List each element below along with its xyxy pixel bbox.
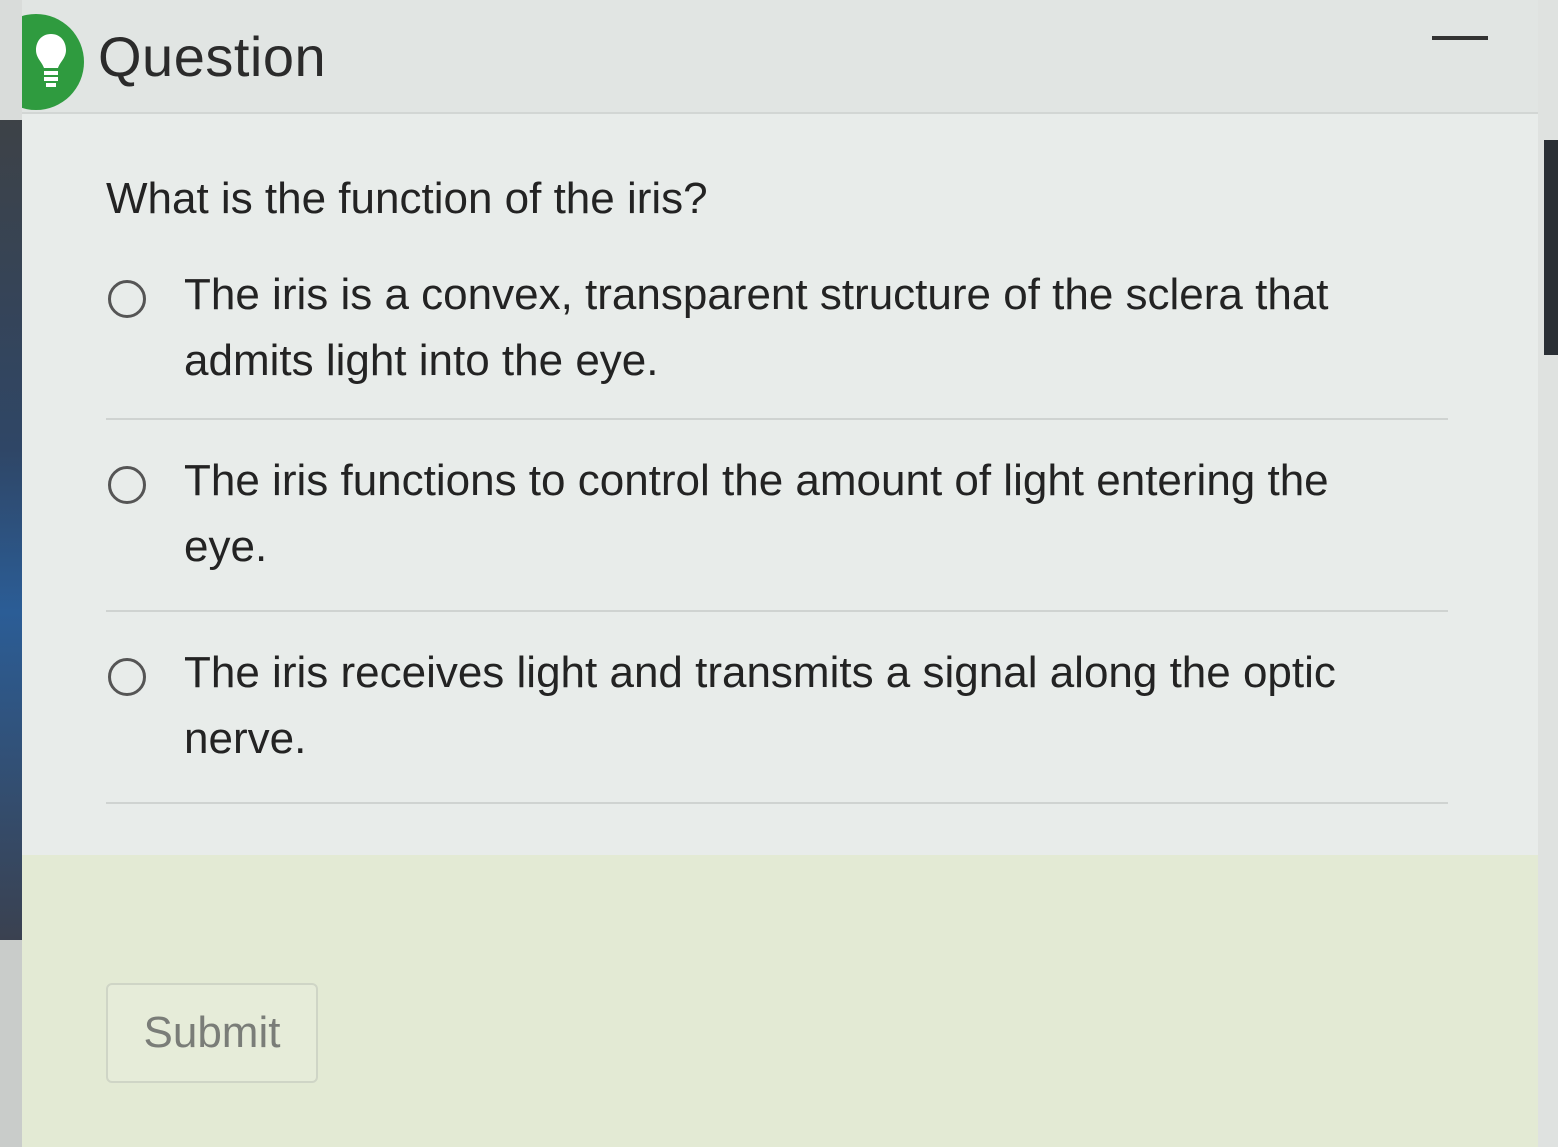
background-right-dark-strip	[1544, 140, 1558, 355]
answer-option[interactable]: The iris receives light and transmits a …	[106, 612, 1448, 804]
lightbulb-icon	[36, 34, 66, 87]
background-right-edge	[1538, 0, 1558, 1147]
radio-button[interactable]	[108, 280, 146, 318]
header-title: Question	[98, 25, 327, 88]
radio-button[interactable]	[108, 466, 146, 504]
submit-button[interactable]: Submit	[106, 983, 318, 1083]
card-header: Question	[22, 0, 1538, 114]
answer-option[interactable]: The iris functions to control the amount…	[106, 420, 1448, 612]
radio-button[interactable]	[108, 658, 146, 696]
answer-option-label: The iris is a convex, transparent struct…	[184, 270, 1329, 385]
answer-options: The iris is a convex, transparent struct…	[106, 252, 1448, 804]
answer-option-label: The iris functions to control the amount…	[184, 456, 1329, 571]
background-left-edge	[0, 120, 22, 940]
hint-button[interactable]	[22, 14, 84, 110]
background-left-edge-lower	[0, 940, 22, 1147]
question-card: Question What is the function of the iri…	[22, 0, 1538, 1147]
question-text: What is the function of the iris?	[106, 174, 708, 223]
minimize-icon	[1432, 36, 1488, 40]
card-footer: Submit	[22, 855, 1538, 1147]
answer-option[interactable]: The iris is a convex, transparent struct…	[106, 252, 1448, 420]
minimize-button[interactable]	[1428, 20, 1492, 56]
answer-option-label: The iris receives light and transmits a …	[184, 648, 1336, 763]
